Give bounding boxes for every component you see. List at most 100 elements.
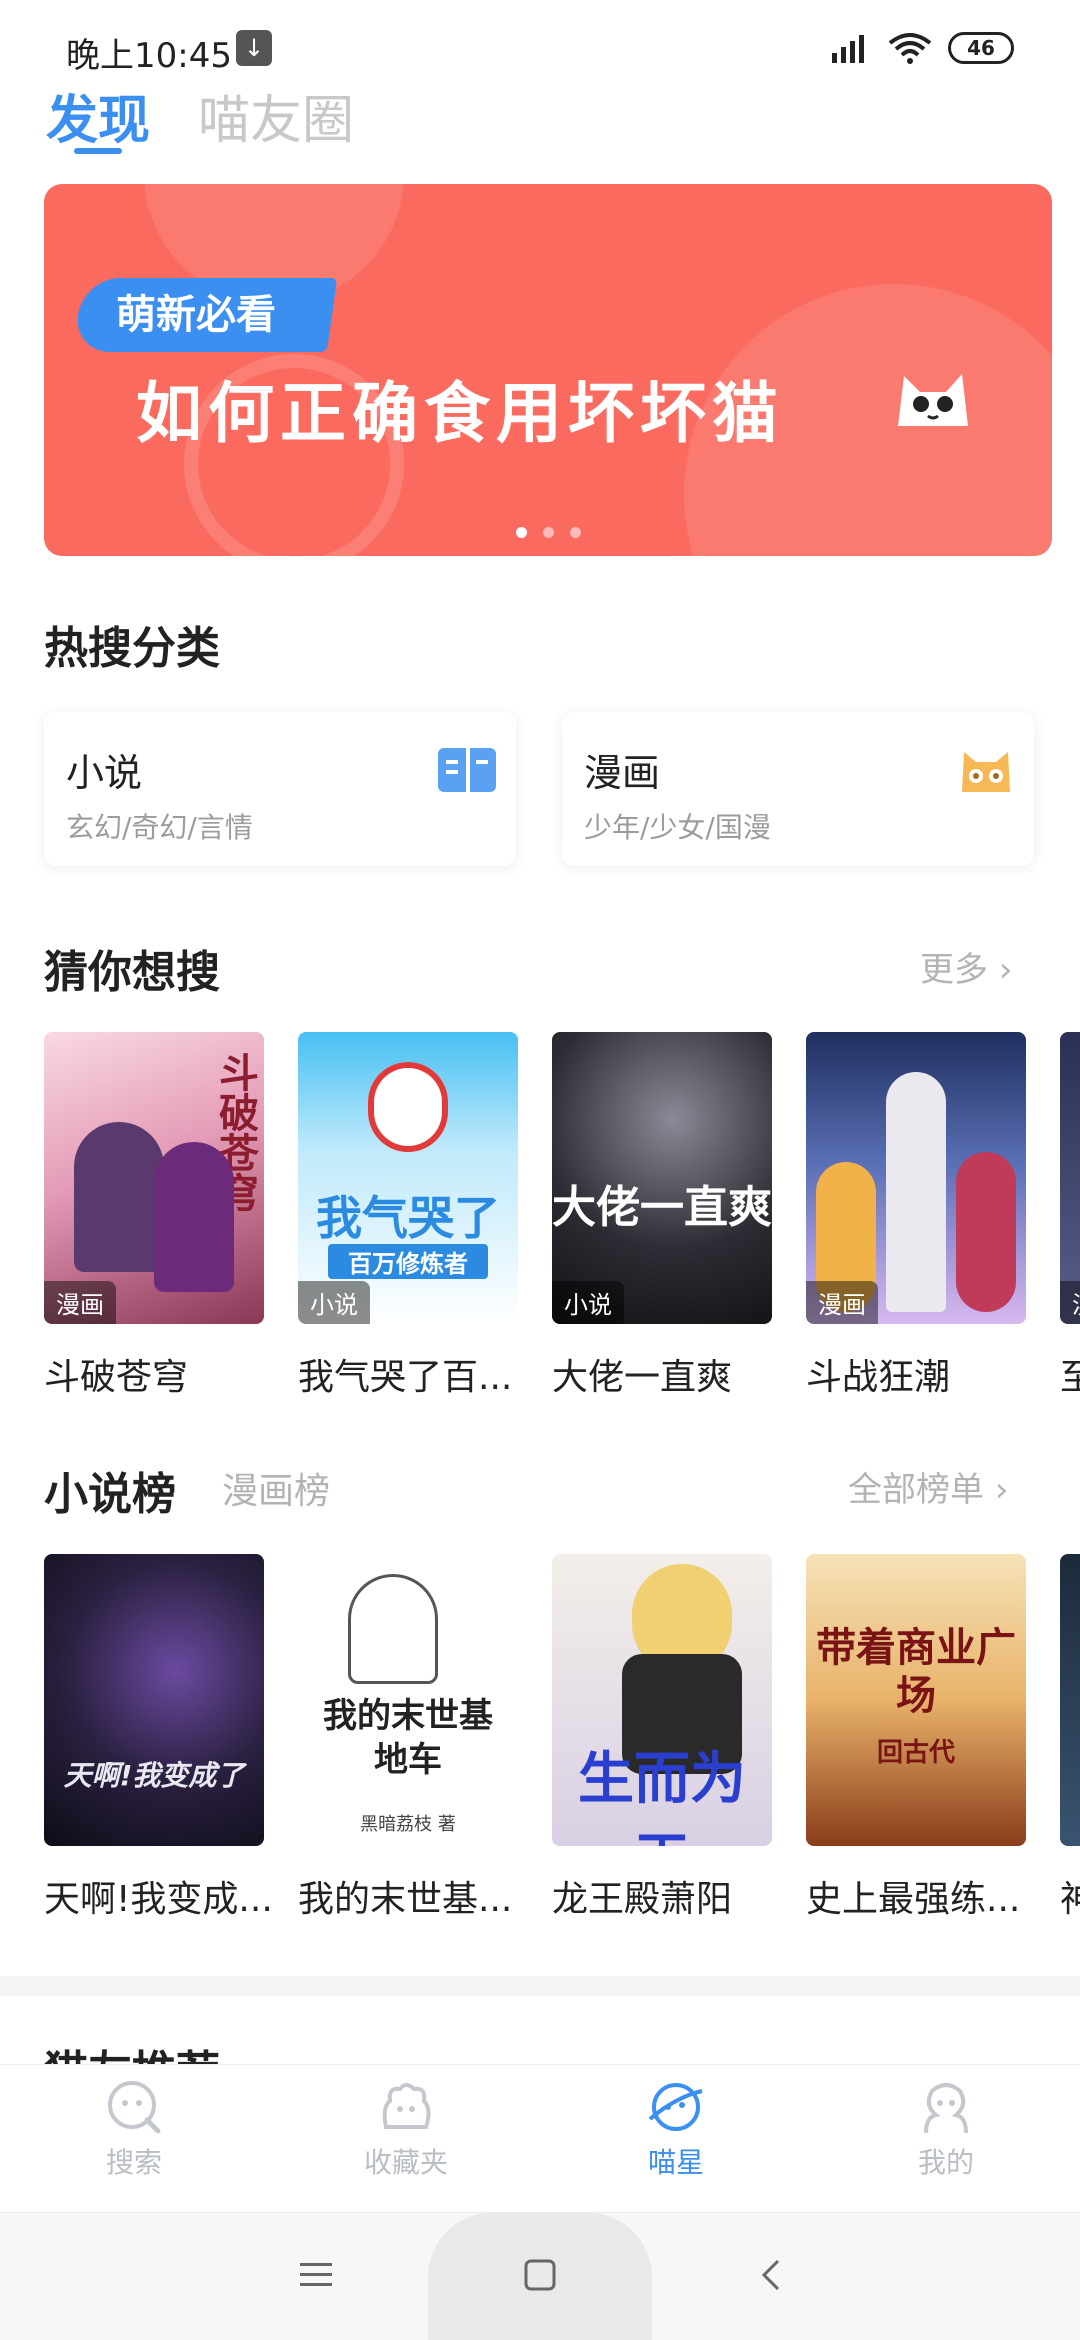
book-title[interactable]: 我气哭了百... — [298, 1348, 512, 1400]
book-card[interactable]: 我的末世基地车 黑暗荔枝 著 — [298, 1554, 518, 1846]
book-title[interactable]: 天啊!我变成... — [44, 1870, 273, 1922]
book-title[interactable]: 我的末世基... — [298, 1870, 512, 1922]
planet-icon — [648, 2083, 703, 2131]
book-card[interactable]: 我气哭了 百万修炼者 小说 — [298, 1032, 518, 1324]
menu-icon[interactable] — [298, 2257, 334, 2293]
bottom-nav: 搜索 收藏夹 喵星 我的 — [0, 2064, 1080, 2210]
category-subtitle: 玄幻/奇幻/言情 — [66, 811, 253, 844]
section-divider — [0, 1976, 1080, 1996]
more-label: 全部榜单 — [848, 1470, 984, 1510]
book-cover: 生而为王 — [552, 1554, 772, 1846]
banner-title: 如何正确食用坏坏猫 — [136, 375, 784, 452]
promo-banner[interactable]: 萌新必看 如何正确食用坏坏猫 — [44, 184, 1052, 556]
nav-label: 我的 — [917, 2146, 974, 2179]
book-card[interactable]: 带着商业广场 回古代 — [806, 1554, 1026, 1846]
book-title[interactable]: 大佬一直爽 — [552, 1348, 732, 1400]
book-cover: 我的末世基地车 黑暗荔枝 著 — [298, 1554, 518, 1846]
cover-title: 天啊!我变成了 — [63, 1759, 245, 1792]
nav-planet[interactable]: 喵星 — [586, 2077, 766, 2181]
nav-label: 搜索 — [105, 2146, 162, 2179]
book-type-tag: 小说 — [298, 1281, 370, 1324]
cover-title: 生而为王 — [578, 1747, 746, 1846]
nav-search[interactable]: 搜索 — [44, 2077, 224, 2181]
book-cover — [1060, 1554, 1080, 1846]
back-icon[interactable] — [754, 2257, 790, 2293]
book-card[interactable]: 斗破苍穹 漫画 — [44, 1032, 264, 1324]
collection-icon — [382, 2083, 431, 2129]
cover-title: 大佬一直爽 — [552, 1182, 772, 1233]
category-card-novel[interactable]: 小说 玄幻/奇幻/言情 — [44, 712, 516, 866]
nav-collection[interactable]: 收藏夹 — [316, 2077, 496, 2181]
chevron-right-icon: › — [994, 1470, 1009, 1510]
status-time: 晚上10:45 — [66, 36, 232, 76]
nav-label: 收藏夹 — [363, 2146, 448, 2179]
more-label: 更多 — [920, 950, 988, 990]
category-name: 小说 — [66, 751, 143, 795]
tab-novel-rank[interactable]: 小说榜 — [44, 1458, 176, 1522]
book-icon — [438, 748, 496, 792]
wifi-icon — [888, 33, 932, 64]
banner-dot — [542, 527, 554, 538]
book-type-tag: 漫画 — [44, 1281, 116, 1324]
nav-label: 喵星 — [647, 2146, 704, 2179]
status-bar: 晚上10:45 ↓ 46 — [0, 0, 1080, 96]
book-type-tag: 小说 — [552, 1281, 624, 1324]
book-card[interactable]: 漫 — [1060, 1032, 1080, 1324]
cover-author: 黑暗荔枝 著 — [360, 1814, 456, 1835]
book-card[interactable]: 生而为王 — [552, 1554, 772, 1846]
book-title[interactable]: 斗破苍穹 — [44, 1348, 188, 1400]
book-card[interactable]: 大佬一直爽 小说 — [552, 1032, 772, 1324]
tab-comic-rank[interactable]: 漫画榜 — [222, 1462, 330, 1514]
book-cover: 斗破苍穹 漫画 — [44, 1032, 264, 1324]
cover-subtitle: 回古代 — [876, 1738, 955, 1768]
tab-cat-friends[interactable]: 喵友圈 — [198, 78, 354, 153]
status-indicators: 46 — [828, 28, 1014, 68]
cover-subtitle: 百万修炼者 — [328, 1244, 488, 1279]
hot-categories-title: 热搜分类 — [44, 623, 220, 674]
battery-indicator: 46 — [948, 32, 1014, 64]
book-card[interactable] — [1060, 1554, 1080, 1846]
tab-discover[interactable]: 发现 — [46, 78, 150, 153]
cover-title: 我的末世基地车 — [323, 1696, 493, 1780]
rank-book-row: 天啊!我变成了 我的末世基地车 黑暗荔枝 著 生而为王 带着商业广场 回古代 — [44, 1554, 1080, 1874]
category-subtitle: 少年/少女/国漫 — [584, 811, 771, 844]
tab-indicator — [74, 148, 122, 154]
system-nav-bar — [0, 2212, 1080, 2340]
guess-more-link[interactable]: 更多 › — [920, 942, 1012, 991]
cat-face-icon — [962, 752, 1010, 792]
banner-tag: 萌新必看 — [72, 278, 338, 352]
book-cover: 我气哭了 百万修炼者 小说 — [298, 1032, 518, 1324]
book-title[interactable]: 至 — [1060, 1348, 1080, 1400]
category-name: 漫画 — [584, 751, 661, 795]
cover-title: 带着商业广场 — [816, 1625, 1016, 1719]
book-card[interactable]: 天啊!我变成了 — [44, 1554, 264, 1846]
banner-dot — [515, 527, 527, 538]
chevron-right-icon: › — [998, 950, 1013, 990]
book-cover: 天啊!我变成了 — [44, 1554, 264, 1846]
profile-icon — [924, 2083, 968, 2134]
signal-icon — [832, 35, 864, 63]
book-cover: 带着商业广场 回古代 — [806, 1554, 1026, 1846]
download-icon: ↓ — [236, 30, 272, 66]
book-card[interactable]: 漫画 — [806, 1032, 1026, 1324]
book-type-tag: 漫 — [1060, 1281, 1080, 1324]
search-face-icon — [108, 2081, 161, 2134]
guess-title: 猜你想搜 — [44, 947, 220, 998]
book-title[interactable]: 斗战狂潮 — [806, 1348, 950, 1400]
book-cover: 漫 — [1060, 1032, 1080, 1324]
book-title[interactable]: 龙王殿萧阳 — [552, 1870, 732, 1922]
banner-pagination — [44, 527, 1052, 538]
nav-profile[interactable]: 我的 — [856, 2077, 1036, 2181]
book-type-tag: 漫画 — [806, 1281, 878, 1324]
home-icon[interactable] — [522, 2257, 558, 2293]
guess-book-row: 斗破苍穹 漫画 我气哭了 百万修炼者 小说 大佬一直爽 小说 漫画 漫 — [44, 1032, 1080, 1352]
banner-dot — [569, 527, 581, 538]
all-rank-link[interactable]: 全部榜单 › — [848, 1462, 1008, 1511]
book-title[interactable]: 神 — [1060, 1870, 1080, 1922]
cover-title: 我气哭了 — [316, 1191, 500, 1245]
book-cover: 大佬一直爽 小说 — [552, 1032, 772, 1324]
cat-mascot-icon — [898, 374, 968, 426]
book-cover: 漫画 — [806, 1032, 1026, 1324]
book-title[interactable]: 史上最强练... — [806, 1870, 1020, 1922]
category-card-comic[interactable]: 漫画 少年/少女/国漫 — [562, 712, 1034, 866]
